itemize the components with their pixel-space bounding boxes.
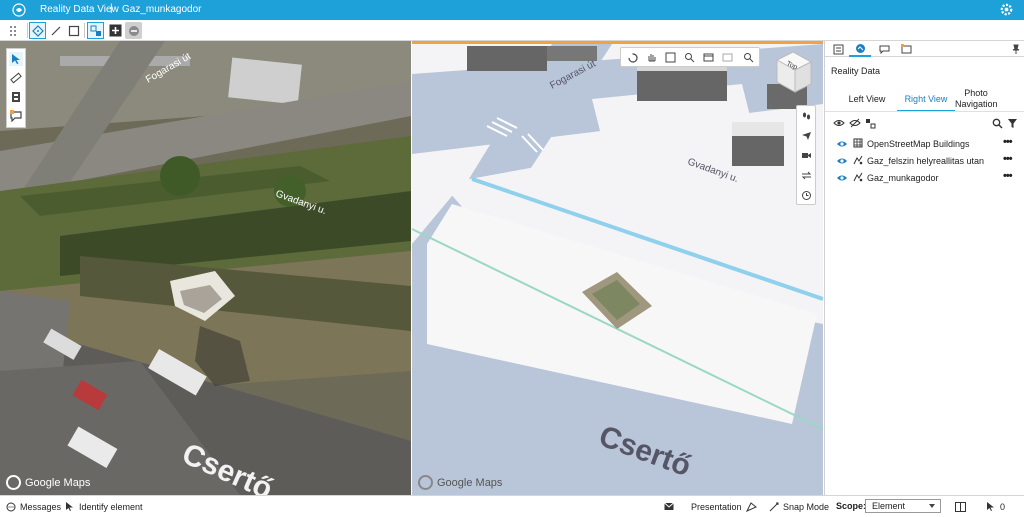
more-options-button[interactable]: ••• bbox=[1003, 136, 1013, 148]
hide-all-icon[interactable] bbox=[849, 117, 861, 129]
line-tool-icon[interactable] bbox=[47, 22, 64, 39]
main-toolbar bbox=[0, 20, 1024, 41]
camera-icon[interactable] bbox=[800, 149, 812, 161]
window-area-icon[interactable] bbox=[702, 51, 714, 63]
snap-mode-label: Snap Mode bbox=[783, 501, 830, 512]
app-header: Reality Data View | Gaz_munkagodor bbox=[0, 0, 1024, 20]
snap-mode-button[interactable]: Snap Mode bbox=[768, 501, 829, 512]
fit-view-icon[interactable] bbox=[664, 51, 676, 63]
identify-element-button[interactable]: Identify element bbox=[64, 501, 143, 512]
layer-name: Gaz_munkagodor bbox=[867, 173, 939, 183]
reality-data-panel: Reality Data Left View Right View Photo … bbox=[824, 41, 1024, 495]
buildings-icon bbox=[853, 138, 863, 148]
snapping-icon[interactable] bbox=[87, 22, 104, 39]
panel-title: Reality Data bbox=[831, 66, 881, 76]
eye-icon[interactable] bbox=[837, 139, 847, 149]
attribution-text: Google Maps bbox=[25, 476, 91, 489]
layer-row[interactable]: Gaz_munkagodor ••• bbox=[825, 169, 1024, 187]
view-navigation-toolbar bbox=[620, 47, 760, 67]
presentation-button[interactable]: Presentation bbox=[691, 501, 761, 512]
view-cube[interactable]: Top bbox=[767, 48, 815, 96]
messages-label: Messages bbox=[20, 501, 62, 512]
clash-icon[interactable] bbox=[9, 90, 23, 104]
satellite-map: Fogarasi út Gvadanyi u. Csertő bbox=[0, 41, 411, 495]
walk-icon[interactable] bbox=[800, 110, 812, 122]
panel-tab-bar bbox=[825, 41, 1024, 57]
tab-photo-navigation[interactable]: Photo Navigation bbox=[955, 88, 998, 110]
map-attribution: Google Maps bbox=[6, 475, 90, 490]
rectangle-tool-icon[interactable] bbox=[65, 22, 82, 39]
eye-icon[interactable] bbox=[837, 156, 847, 166]
tab-left-view[interactable]: Left View bbox=[847, 94, 887, 105]
status-bar: Messages Identify element Presentation S… bbox=[0, 495, 1024, 517]
add-icon[interactable] bbox=[107, 22, 124, 39]
selection-count-value: 0 bbox=[1000, 501, 1006, 512]
google-maps-icon bbox=[6, 475, 21, 490]
presentation-icon bbox=[745, 501, 757, 512]
messages-button[interactable]: Messages bbox=[5, 501, 61, 512]
left-viewport[interactable]: Fogarasi út Gvadanyi u. Csertő Google Ma… bbox=[0, 41, 411, 495]
google-maps-icon bbox=[418, 475, 433, 490]
street-map: Fogarasi út Gvadanyi u. Csertő bbox=[412, 44, 823, 495]
chevron-down-icon bbox=[929, 504, 935, 508]
reality-mesh-icon bbox=[853, 155, 863, 165]
fly-icon[interactable] bbox=[800, 129, 812, 141]
comments-icon[interactable] bbox=[873, 41, 895, 57]
layer-row[interactable]: Gaz_felszin helyreallitas utan ••• bbox=[825, 152, 1024, 170]
pan-icon[interactable] bbox=[645, 51, 657, 63]
layer-name: OpenStreetMap Buildings bbox=[867, 139, 970, 149]
scope-label: Scope: bbox=[836, 501, 867, 511]
rotate-icon[interactable] bbox=[626, 51, 638, 63]
map-attribution: Google Maps bbox=[418, 475, 502, 490]
layer-name: Gaz_felszin helyreallitas utan bbox=[867, 156, 985, 166]
invert-visibility-icon[interactable] bbox=[865, 117, 877, 129]
select-icon[interactable] bbox=[9, 52, 23, 66]
filter-icon[interactable] bbox=[1006, 117, 1018, 129]
cursor-icon bbox=[985, 501, 996, 512]
undo-view-icon[interactable] bbox=[721, 51, 733, 63]
toggle-icon[interactable] bbox=[800, 169, 812, 181]
scope-value: Element bbox=[872, 501, 906, 511]
left-tool-strip bbox=[6, 48, 26, 128]
app-title: Reality Data View bbox=[40, 4, 119, 15]
comment-icon[interactable] bbox=[9, 109, 23, 123]
right-viewport[interactable]: Fogarasi út Gvadanyi u. Csertő Google Ma… bbox=[412, 41, 823, 495]
project-name: Gaz_munkagodor bbox=[122, 4, 202, 15]
gear-icon[interactable] bbox=[999, 2, 1014, 17]
identify-label: Identify element bbox=[79, 501, 143, 512]
more-options-button[interactable]: ••• bbox=[1003, 170, 1013, 182]
app-logo-icon[interactable] bbox=[12, 3, 26, 17]
reality-data-icon[interactable] bbox=[849, 41, 871, 57]
clock-icon[interactable] bbox=[800, 189, 812, 201]
image-icon[interactable] bbox=[895, 41, 917, 57]
zoom-icon[interactable] bbox=[683, 51, 695, 63]
layer-row[interactable]: OpenStreetMap Buildings ••• bbox=[825, 135, 1024, 153]
select-tool-icon[interactable] bbox=[29, 22, 46, 39]
more-options-button[interactable]: ••• bbox=[1003, 153, 1013, 165]
view-mode-strip bbox=[796, 105, 816, 205]
mail-icon[interactable] bbox=[663, 501, 678, 512]
message-icon bbox=[5, 501, 16, 512]
tab-right-view[interactable]: Right View bbox=[897, 94, 955, 112]
drag-handle-icon[interactable] bbox=[4, 22, 21, 39]
selection-count: 0 bbox=[985, 501, 1005, 512]
measure-icon[interactable] bbox=[9, 71, 23, 85]
layout-icon[interactable] bbox=[955, 501, 970, 512]
presentation-label: Presentation bbox=[691, 501, 742, 512]
reality-mesh-icon bbox=[853, 172, 863, 182]
eye-icon[interactable] bbox=[837, 173, 847, 183]
cursor-icon bbox=[64, 501, 75, 512]
title-separator: | bbox=[110, 3, 113, 14]
magnify-icon[interactable] bbox=[742, 51, 754, 63]
search-icon[interactable] bbox=[991, 117, 1003, 129]
properties-icon[interactable] bbox=[827, 41, 849, 57]
pin-icon[interactable] bbox=[1005, 41, 1024, 57]
show-all-icon[interactable] bbox=[833, 117, 845, 129]
remove-icon[interactable] bbox=[125, 22, 142, 39]
scope-select[interactable]: Element bbox=[865, 499, 941, 513]
snap-icon bbox=[768, 501, 779, 512]
attribution-text: Google Maps bbox=[437, 476, 503, 489]
